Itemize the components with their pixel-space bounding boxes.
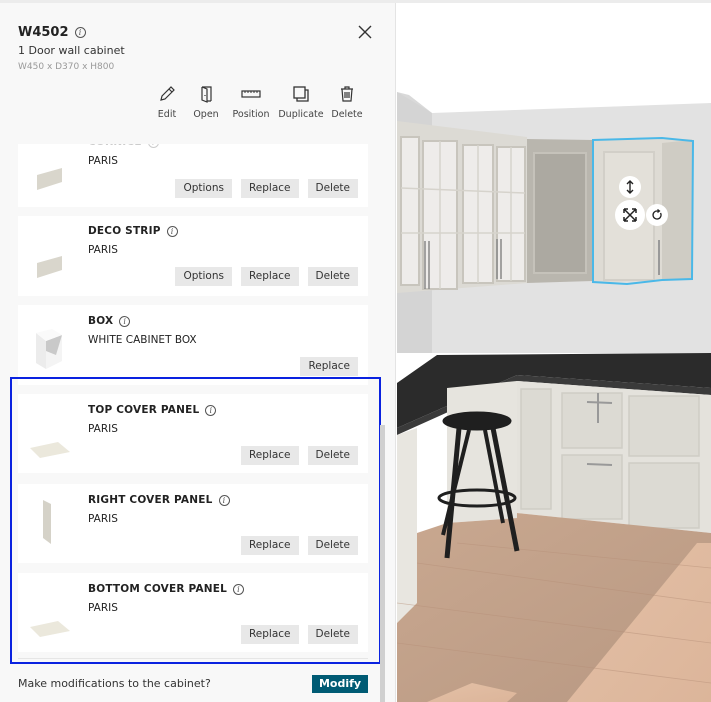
modify-button[interactable]: Modify [312, 675, 368, 693]
position-button[interactable]: Position [230, 83, 272, 120]
replace-button[interactable]: Replace [240, 446, 299, 465]
component-title: DECO STRIP [88, 225, 161, 237]
rotate-handle[interactable] [646, 204, 668, 226]
delete-button[interactable]: Delete [307, 179, 358, 198]
move-vertical-handle[interactable] [619, 176, 641, 198]
info-icon[interactable]: i [205, 404, 217, 416]
component-subtitle: PARIS [88, 513, 118, 525]
replace-button[interactable]: Replace [300, 357, 358, 376]
component-card-box: BOX i WHITE CABINET BOX Replace [18, 305, 368, 385]
box-thumbnail [36, 329, 62, 369]
duplicate-icon [293, 86, 309, 102]
component-card-right-cover-panel: RIGHT COVER PANEL i PARIS Replace Delete [18, 484, 368, 563]
info-icon[interactable]: i [74, 27, 86, 38]
action-toolbar: Edit Open Position Duplicate Delete [152, 83, 370, 120]
component-card-bottom-cover-panel: BOTTOM COVER PANEL i PARIS Replace Delete [18, 573, 368, 652]
component-title: CORNICE [88, 144, 142, 148]
info-icon[interactable]: i [166, 225, 178, 237]
cornice-thumbnail [37, 168, 62, 190]
replace-button[interactable]: Replace [240, 536, 299, 555]
component-title: TOP COVER PANEL [88, 404, 200, 416]
component-card-cornice: CORNICE i PARIS Options Replace Delete [18, 144, 368, 207]
deco-strip-thumbnail [37, 256, 62, 278]
component-subtitle: PARIS [88, 155, 118, 167]
edit-button[interactable]: Edit [152, 83, 182, 120]
component-subtitle: WHITE CABINET BOX [88, 334, 197, 346]
delete-button[interactable]: Delete [307, 625, 358, 644]
bottom-cover-panel-thumbnail [30, 621, 70, 637]
cabinet-description: 1 Door wall cabinet [18, 44, 125, 57]
delete-button[interactable]: Delete [307, 536, 358, 555]
component-title: BOX [88, 315, 114, 327]
replace-button[interactable]: Replace [240, 267, 299, 286]
resize-handle[interactable] [615, 200, 645, 230]
trash-icon [341, 86, 353, 102]
right-cover-panel-thumbnail [43, 500, 51, 544]
open-button[interactable]: Open [188, 83, 224, 120]
delete-button[interactable]: Delete [307, 267, 358, 286]
replace-button[interactable]: Replace [240, 625, 299, 644]
door-icon [201, 86, 212, 103]
cabinet-title: W4502 i [18, 25, 86, 40]
options-button[interactable]: Options [175, 267, 232, 286]
component-title: RIGHT COVER PANEL [88, 494, 213, 506]
info-icon[interactable]: i [119, 315, 131, 327]
close-icon [358, 25, 372, 39]
cabinet-code: W4502 [18, 25, 69, 40]
close-button[interactable] [356, 23, 374, 41]
info-icon[interactable]: i [218, 494, 230, 506]
rotate-icon [652, 209, 662, 220]
info-icon[interactable]: i [233, 583, 245, 595]
options-button[interactable]: Options [175, 179, 232, 198]
info-icon[interactable]: i [147, 144, 159, 148]
modify-prompt: Make modifications to the cabinet? [18, 677, 211, 690]
component-subtitle: PARIS [88, 423, 118, 435]
component-title: BOTTOM COVER PANEL [88, 583, 228, 595]
cabinet-dimensions: W450 x D370 x H800 [18, 62, 115, 72]
kitchen-scene [397, 3, 711, 702]
component-card-top-cover-panel: TOP COVER PANEL i PARIS Replace Delete [18, 394, 368, 473]
3d-viewport[interactable] [397, 3, 711, 702]
replace-button[interactable]: Replace [240, 179, 299, 198]
component-subtitle: PARIS [88, 244, 118, 256]
pencil-icon [160, 86, 175, 101]
delete-cabinet-button[interactable]: Delete [330, 83, 364, 120]
resize-icon [623, 208, 637, 222]
move-vertical-icon [626, 180, 634, 194]
app-root: W4502 i 1 Door wall cabinet W450 x D370 … [0, 0, 711, 702]
list-end-divider [18, 658, 368, 659]
delete-button[interactable]: Delete [307, 446, 358, 465]
ruler-icon [241, 90, 261, 98]
component-card-deco-strip: DECO STRIP i PARIS Options Replace Delete [18, 216, 368, 296]
duplicate-button[interactable]: Duplicate [278, 83, 324, 120]
component-subtitle: PARIS [88, 602, 118, 614]
component-list[interactable]: CORNICE i PARIS Options Replace Delete DE… [0, 144, 396, 663]
top-cover-panel-thumbnail [30, 442, 70, 458]
scrollbar[interactable] [380, 425, 385, 702]
